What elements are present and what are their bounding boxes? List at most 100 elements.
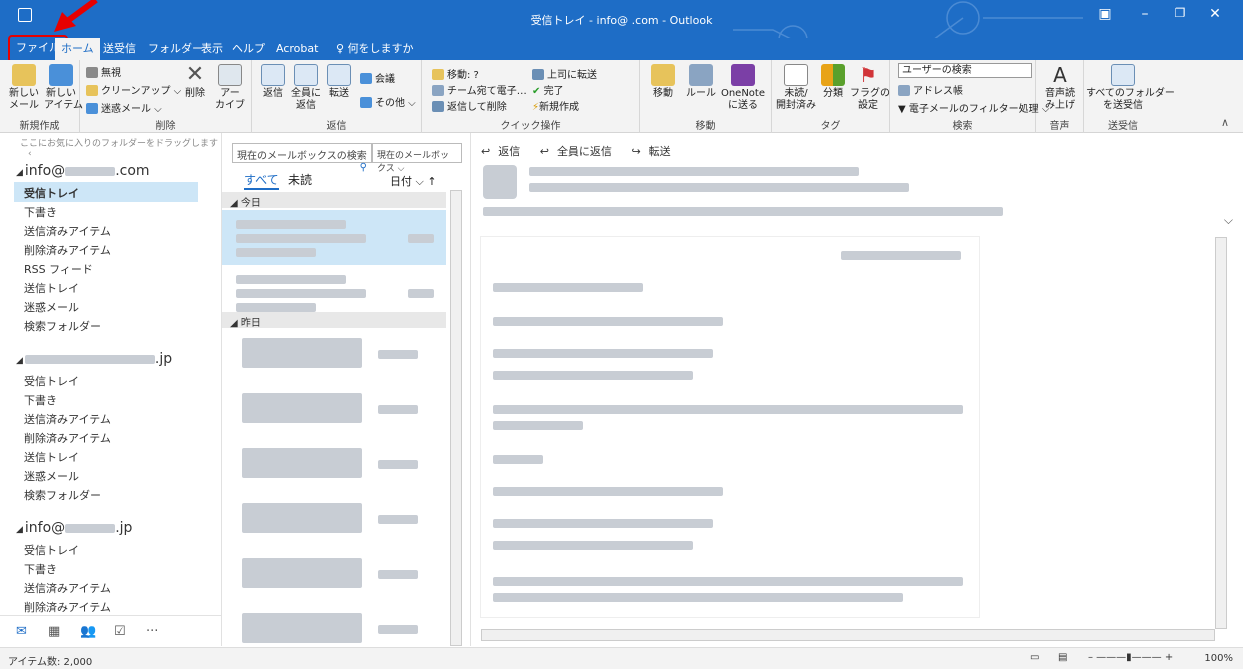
- collapse-triangle-icon: ◢: [16, 168, 23, 178]
- quickstep-done[interactable]: ✔ 完了: [532, 82, 564, 97]
- folder-rss[interactable]: RSS フィード: [24, 261, 93, 277]
- reading-view-icon[interactable]: ▤: [1058, 652, 1067, 663]
- account-3[interactable]: ◢ info@ .jp: [16, 520, 132, 536]
- search-people-input[interactable]: ユーザーの検索: [898, 63, 1032, 78]
- list-item[interactable]: [222, 332, 446, 387]
- quickstep-move[interactable]: 移動: ?: [432, 66, 479, 81]
- tab-tell-me[interactable]: ♀ 何をしますか: [330, 38, 420, 60]
- folder-sent[interactable]: 送信済みアイテム: [24, 580, 111, 596]
- quickstep-create-new[interactable]: ⚡新規作成: [532, 98, 579, 113]
- tasks-icon[interactable]: ☑: [114, 624, 126, 639]
- folder-inbox[interactable]: 受信トレイ: [24, 373, 79, 389]
- sort-dropdown[interactable]: 日付 ⌵ ↑: [390, 173, 437, 189]
- unread-read-button[interactable]: 未読/ 開封済み: [776, 64, 816, 112]
- rules-button[interactable]: ルール: [684, 64, 718, 100]
- folder-inbox[interactable]: 受信トレイ: [24, 542, 79, 558]
- delete-button[interactable]: ✕ 削除: [180, 64, 210, 100]
- group-header-yesterday[interactable]: ◢ 昨日: [222, 312, 446, 329]
- filter-all-tab[interactable]: すべて: [244, 171, 279, 190]
- folder-outbox[interactable]: 送信トレイ: [24, 449, 79, 465]
- expand-header-icon[interactable]: ⌵: [1224, 213, 1233, 228]
- filter-email-button[interactable]: ▼ 電子メールのフィルター処理 ⌵: [898, 100, 1049, 115]
- forward-button[interactable]: 転送: [324, 64, 354, 100]
- forward-action[interactable]: ↪ 転送: [631, 145, 678, 158]
- folder-search[interactable]: 検索フォルダー: [24, 487, 101, 503]
- more-respond-button[interactable]: その他 ⌵: [360, 94, 416, 109]
- zoom-level[interactable]: 100%: [1204, 653, 1233, 664]
- message-list-scrollbar[interactable]: [450, 190, 462, 646]
- list-item[interactable]: [222, 552, 446, 607]
- collapse-ribbon-icon[interactable]: ∧: [1221, 116, 1229, 129]
- close-icon[interactable]: ✕: [1200, 6, 1230, 22]
- address-book-button[interactable]: アドレス帳: [898, 82, 963, 97]
- new-mail-button[interactable]: 新しい メール: [6, 64, 42, 112]
- restore-icon[interactable]: ❐: [1165, 6, 1195, 20]
- send-receive-all-button[interactable]: すべてのフォルダー を送受信: [1086, 64, 1175, 112]
- folder-outbox[interactable]: 送信トレイ: [24, 280, 79, 296]
- mailbox-search-input[interactable]: 現在のメールボックスの検索 ⚲: [232, 143, 372, 173]
- folder-search[interactable]: 検索フォルダー: [24, 318, 101, 334]
- account-1[interactable]: ◢ info@ .com: [16, 163, 150, 179]
- quickstep-reply-delete[interactable]: 返信して削除: [432, 98, 507, 113]
- group-respond: 返信 全員に 返信 転送 会議 その他 ⌵ 返信: [252, 60, 422, 133]
- people-icon[interactable]: 👥: [80, 624, 96, 639]
- folder-deleted[interactable]: 削除済みアイテム: [24, 430, 111, 446]
- more-apps-icon[interactable]: ···: [146, 624, 158, 639]
- folder-junk[interactable]: 迷惑メール: [24, 468, 79, 484]
- folder-drafts[interactable]: 下書き: [24, 561, 57, 577]
- reading-horizontal-scrollbar[interactable]: [481, 629, 1215, 641]
- list-item[interactable]: [222, 442, 446, 497]
- calendar-icon[interactable]: ▦: [48, 624, 60, 639]
- reply-action[interactable]: ↩ 返信: [481, 145, 528, 158]
- flag-button[interactable]: ⚑ フラグの 設定: [850, 64, 890, 112]
- folder-drafts[interactable]: 下書き: [24, 204, 57, 220]
- new-item-button[interactable]: 新しい アイテム: [44, 64, 83, 112]
- list-item[interactable]: [222, 387, 446, 442]
- categorize-button[interactable]: 分類: [818, 64, 848, 100]
- junk-button[interactable]: 迷惑メール ⌵: [86, 100, 162, 115]
- reply-all-action[interactable]: ↩ 全員に返信: [540, 145, 620, 158]
- filter-unread-tab[interactable]: 未読: [288, 171, 312, 188]
- normal-view-icon[interactable]: ▭: [1030, 652, 1039, 663]
- blurred-text: [378, 460, 418, 469]
- ignore-button[interactable]: 無視: [86, 64, 121, 79]
- blurred-text: [242, 613, 362, 643]
- folder-deleted[interactable]: 削除済みアイテム: [24, 242, 111, 258]
- mail-icon[interactable]: ✉: [16, 624, 27, 639]
- tab-send-receive[interactable]: 送受信: [97, 38, 142, 60]
- reply-button[interactable]: 返信: [258, 64, 288, 100]
- sort-direction-icon[interactable]: ↑: [427, 175, 436, 188]
- cleanup-button[interactable]: クリーンアップ ⌵: [86, 82, 181, 97]
- folder-drafts[interactable]: 下書き: [24, 392, 57, 408]
- ribbon-display-icon[interactable]: ▣: [1090, 6, 1120, 22]
- quickstep-to-manager[interactable]: 上司に転送: [532, 66, 597, 81]
- reading-vertical-scrollbar[interactable]: [1215, 237, 1227, 629]
- meeting-button[interactable]: 会議: [360, 70, 395, 85]
- search-scope-dropdown[interactable]: 現在のメールボックス ⌵: [372, 143, 462, 174]
- folder-inbox[interactable]: 受信トレイ: [24, 185, 79, 201]
- list-item[interactable]: [222, 607, 446, 646]
- onenote-button[interactable]: OneNote に送る: [720, 64, 766, 112]
- tab-home[interactable]: ホーム: [55, 38, 100, 60]
- tab-acrobat[interactable]: Acrobat: [270, 38, 324, 60]
- tab-help[interactable]: ヘルプ: [226, 38, 271, 60]
- quickstep-team[interactable]: チーム宛て電子…: [432, 82, 527, 97]
- reply-all-button[interactable]: 全員に 返信: [290, 64, 322, 112]
- zoom-slider[interactable]: – ———▮——— +: [1088, 652, 1173, 663]
- list-item[interactable]: [222, 497, 446, 552]
- folder-sent[interactable]: 送信済みアイテム: [24, 411, 111, 427]
- move-button[interactable]: 移動: [646, 64, 680, 100]
- account-2[interactable]: ◢ .jp: [16, 351, 172, 367]
- tab-view[interactable]: 表示: [195, 38, 229, 60]
- minimize-icon[interactable]: –: [1130, 6, 1160, 22]
- ignore-icon: [86, 67, 98, 78]
- folder-junk[interactable]: 迷惑メール: [24, 299, 79, 315]
- message-list: ◢ 今日 ◢ 昨日: [222, 190, 466, 646]
- folder-sent[interactable]: 送信済みアイテム: [24, 223, 111, 239]
- read-aloud-button[interactable]: A 音声読 み上げ: [1040, 64, 1080, 112]
- list-item[interactable]: [222, 210, 446, 265]
- folder-deleted[interactable]: 削除済みアイテム: [24, 599, 111, 615]
- ribbon-tabs: ファイル ホーム 送受信 フォルダー 表示 ヘルプ Acrobat ♀ 何をしま…: [0, 35, 1243, 63]
- archive-button[interactable]: アー カイブ: [214, 64, 246, 112]
- group-header-today[interactable]: ◢ 今日: [222, 192, 446, 209]
